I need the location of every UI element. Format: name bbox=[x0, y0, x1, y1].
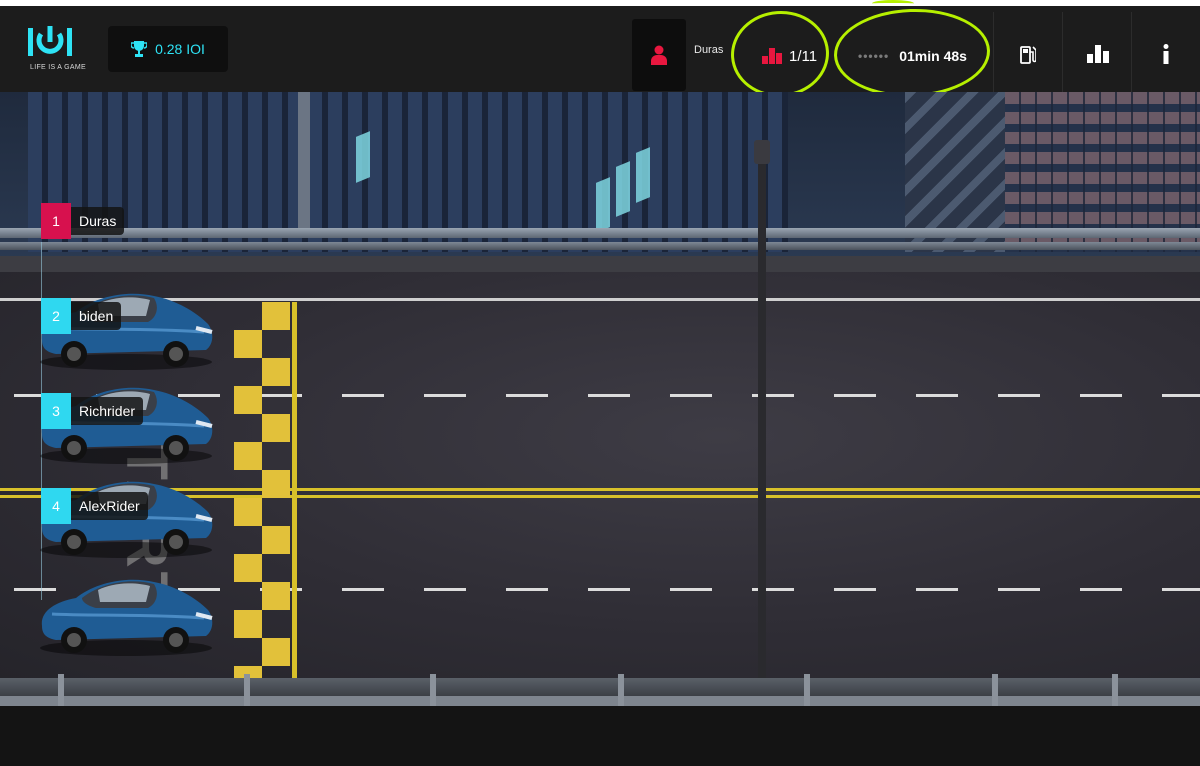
lamp-post bbox=[298, 92, 310, 232]
bottom-shadow bbox=[0, 706, 1200, 766]
start-checker-pattern bbox=[234, 302, 290, 712]
window-light bbox=[596, 177, 610, 233]
leaderboard-button[interactable] bbox=[1086, 42, 1110, 66]
race-car bbox=[36, 568, 216, 658]
balance-value: 0.28 IOI bbox=[155, 41, 205, 57]
timer-dots: •••••• bbox=[858, 49, 890, 63]
rank-indicator: 1/11 bbox=[742, 36, 822, 76]
bottom-guard-rail bbox=[0, 696, 1200, 706]
standing-tag: 1 Duras bbox=[41, 203, 125, 239]
user-avatar-button[interactable] bbox=[632, 19, 686, 91]
standing-player-name: Duras bbox=[71, 207, 125, 235]
user-name: Duras bbox=[694, 44, 724, 56]
standing-tag: 2 biden bbox=[41, 298, 122, 334]
logo-tagline: LIFE IS A GAME bbox=[30, 64, 86, 71]
guard-rail bbox=[0, 242, 1200, 250]
logo[interactable]: LIFE IS A GAME bbox=[26, 24, 86, 78]
info-button[interactable] bbox=[1154, 42, 1178, 66]
balance-button[interactable]: 0.28 IOI bbox=[108, 26, 228, 72]
standing-player-name: Richrider bbox=[71, 397, 144, 425]
timer-value: 01min 48s bbox=[899, 48, 967, 64]
separator bbox=[1062, 12, 1063, 98]
standing-player-name: AlexRider bbox=[71, 492, 148, 520]
top-bar: LIFE IS A GAME 0.28 IOI Duras 1/11 •••••… bbox=[0, 6, 1200, 98]
window-light bbox=[356, 131, 370, 183]
standing-position: 2 bbox=[41, 298, 71, 334]
race-scene: START 1Duras2biden3Richrider4AlexRider bbox=[0, 92, 1200, 766]
start-line bbox=[292, 302, 297, 712]
user-icon bbox=[651, 45, 667, 65]
logo-mark-icon bbox=[28, 26, 72, 56]
window-light bbox=[616, 161, 630, 217]
standing-position: 4 bbox=[41, 488, 71, 524]
standing-tag: 3 Richrider bbox=[41, 393, 144, 429]
fuel-button[interactable] bbox=[1016, 42, 1040, 66]
fuel-icon bbox=[1020, 46, 1036, 64]
standing-position: 3 bbox=[41, 393, 71, 429]
highlight-stroke bbox=[872, 0, 914, 7]
leaderboard-icon bbox=[1087, 45, 1109, 63]
standing-tag: 4 AlexRider bbox=[41, 488, 148, 524]
info-icon bbox=[1163, 44, 1169, 64]
standing-player-name: biden bbox=[71, 302, 122, 330]
street-lamp-head bbox=[754, 140, 770, 164]
window-light bbox=[636, 147, 650, 203]
podium-icon bbox=[762, 48, 782, 64]
curb bbox=[0, 256, 1200, 272]
guard-rail bbox=[0, 228, 1200, 238]
standing-position: 1 bbox=[41, 203, 71, 239]
separator bbox=[993, 12, 994, 98]
separator bbox=[1131, 12, 1132, 98]
rank-value: 1/11 bbox=[789, 47, 818, 65]
street-lamp-pole bbox=[758, 142, 766, 732]
trophy-icon bbox=[131, 41, 148, 57]
race-timer: •••••• 01min 48s bbox=[846, 36, 986, 76]
